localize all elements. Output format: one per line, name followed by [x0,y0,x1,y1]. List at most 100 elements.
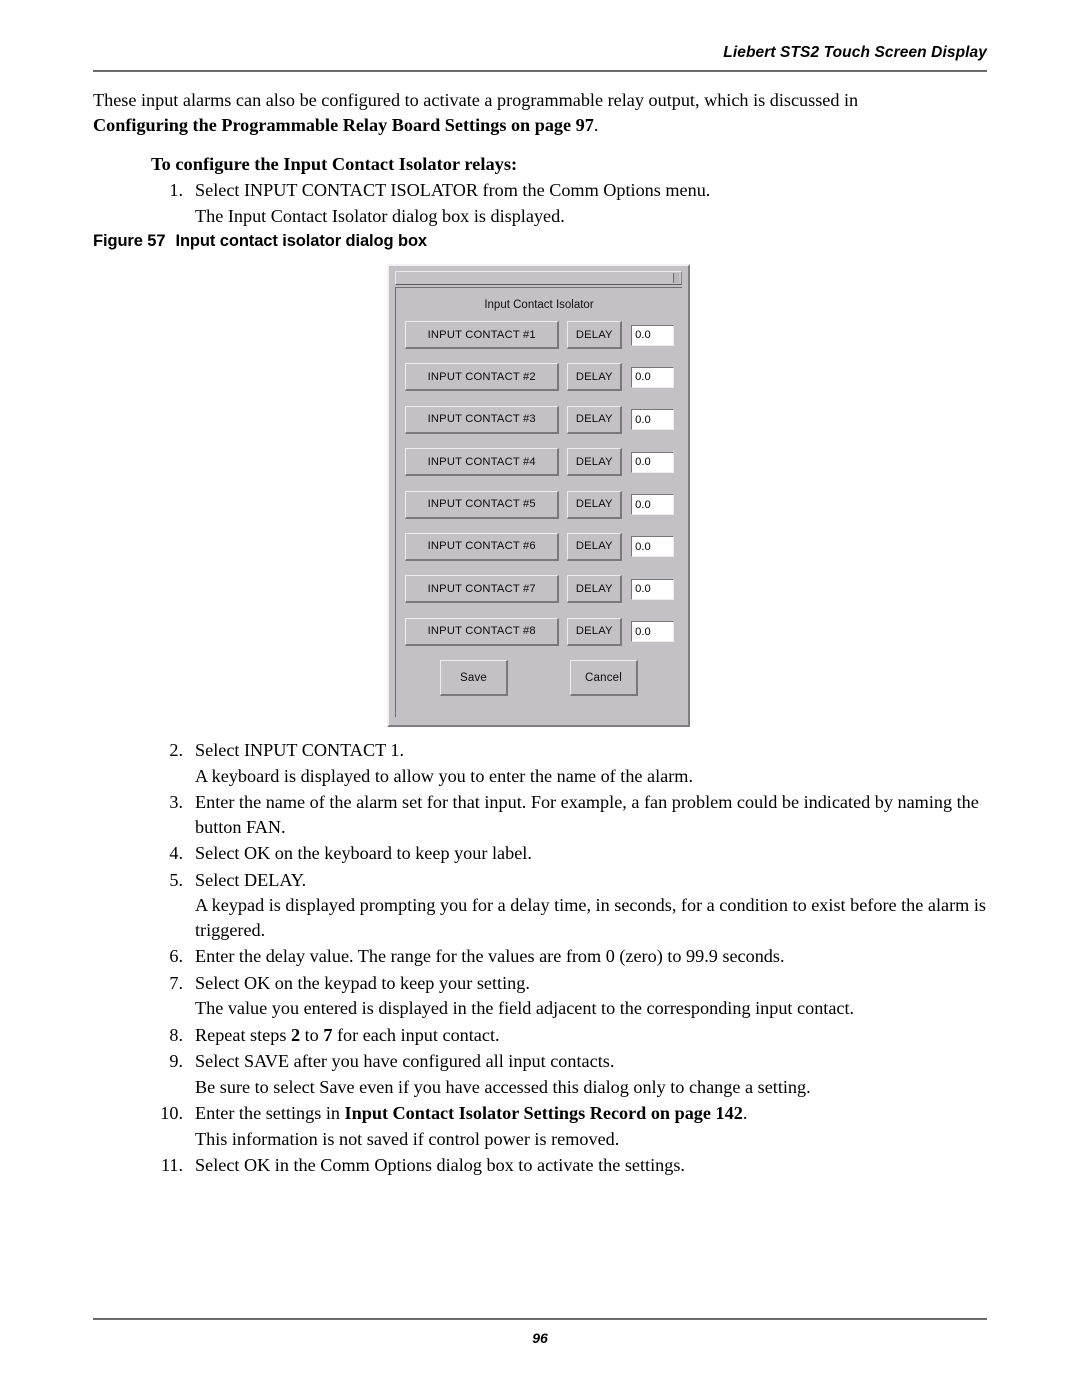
input-contact-button[interactable]: INPUT CONTACT #1 [405,321,560,349]
step-number: 3. [169,792,183,812]
procedure-step: 4. Select OK on the keyboard to keep your… [151,841,987,866]
step-text: Select INPUT CONTACT 1. [195,740,405,760]
intro-text-after: . [593,115,599,135]
steps-list-bottom: 2. Select INPUT CONTACT 1. A keyboard is d… [93,738,987,1178]
step-text: Enter the settings in Input Contact Isol… [195,1103,747,1123]
procedure-step: 7. Select OK on the keypad to keep your s… [151,971,987,1021]
delay-value-field[interactable]: 0.0 [631,324,674,346]
step-number: 6. [169,946,183,966]
step-number: 11. [160,1155,183,1175]
procedure-step: 9. Select SAVE after you have configured … [151,1049,987,1099]
input-contact-isolator-dialog: Input Contact Isolator INPUT CONTACT #1 D… [387,264,690,727]
contact-row: INPUT CONTACT #4 DELAY 0.0 [405,448,674,477]
delay-button[interactable]: DELAY [567,532,623,561]
delay-value-field[interactable]: 0.0 [631,366,674,388]
intro-bold-reference: Configuring the Programmable Relay Board… [93,115,594,135]
step-text: Enter the delay value. The range for the… [195,946,785,966]
input-contact-button[interactable]: INPUT CONTACT #6 [405,532,560,561]
header-divider [93,70,987,72]
contact-rows: INPUT CONTACT #1 DELAY 0.0 INPUT CONTACT #2… [396,321,682,646]
delay-value-field[interactable]: 0.0 [631,409,674,431]
procedure-step: 5. Select DELAY. A keypad is displayed pro… [151,868,987,943]
step-subtext: A keyboard is displayed to allow you to … [195,765,693,786]
steps-section-bottom: 2. Select INPUT CONTACT 1. A keyboard is d… [93,736,987,1178]
step-text-plain: . [742,1103,748,1123]
step-number: 8. [169,1024,183,1045]
delay-value-field[interactable]: 0.0 [631,451,674,473]
step-number: 10. [160,1103,183,1123]
step-text: Select OK on the keypad to keep your set… [195,972,530,993]
dialog-outer-frame: Input Contact Isolator INPUT CONTACT #1 D… [387,264,690,727]
input-contact-button[interactable]: INPUT CONTACT #8 [405,617,560,646]
contact-row: INPUT CONTACT #6 DELAY 0.0 [405,532,674,561]
step-subtext: A keypad is displayed prompting you for … [195,895,986,940]
procedure-step: 1. Select INPUT CONTACT ISOLATOR from the… [151,178,987,228]
contact-row: INPUT CONTACT #7 DELAY 0.0 [405,575,674,604]
step-text: Repeat steps 2 to 7 for each input conta… [195,1025,500,1045]
delay-button[interactable]: DELAY [567,448,623,477]
step-number: 9. [169,1051,183,1071]
input-contact-button[interactable]: INPUT CONTACT #7 [405,575,560,604]
step-text-plain: to [300,1024,324,1045]
figure-number: Figure 57 [93,232,166,250]
step-number: 2. [169,740,183,760]
step-number: 1. [169,180,183,200]
page-number: 96 [532,1330,548,1346]
delay-value-field[interactable]: 0.0 [631,494,674,516]
step-text-bold: 2 [290,1024,301,1045]
save-button[interactable]: Save [440,660,508,697]
step-text: Select DELAY. [195,869,307,890]
input-contact-button[interactable]: INPUT CONTACT #5 [405,490,560,519]
step-text-plain: for each input contact. [332,1024,500,1045]
step-text: Select INPUT CONTACT ISOLATOR from the C… [195,180,711,200]
procedure-step: 8. Repeat steps 2 to 7 for each input con… [151,1023,987,1048]
contact-row: INPUT CONTACT #8 DELAY 0.0 [405,617,674,646]
procedure-step: 6. Enter the delay value. The range for t… [151,944,987,969]
step-text: Select SAVE after you have configured al… [195,1051,615,1071]
section-subheading: To configure the Input Contact Isolator … [151,154,518,174]
step-text: Select OK in the Comm Options dialog box… [195,1155,685,1175]
procedure-step: 2. Select INPUT CONTACT 1. A keyboard is d… [151,738,987,788]
delay-button[interactable]: DELAY [567,617,623,646]
input-contact-button[interactable]: INPUT CONTACT #4 [405,448,560,477]
titlebar-grip-icon [673,273,679,283]
figure-caption: Figure 57 Input contact isolator dialog b… [93,232,427,251]
contact-row: INPUT CONTACT #2 DELAY 0.0 [405,363,674,392]
procedure-step: 11. Select OK in the Comm Options dialog … [151,1153,987,1178]
contact-row: INPUT CONTACT #1 DELAY 0.0 [405,321,674,349]
step-text: Enter the name of the alarm set for that… [195,792,979,837]
contact-row: INPUT CONTACT #5 DELAY 0.0 [405,490,674,519]
contact-row: INPUT CONTACT #3 DELAY 0.0 [405,405,674,434]
step-text-plain: Repeat steps [195,1024,291,1045]
delay-button[interactable]: DELAY [567,321,623,349]
delay-value-field[interactable]: 0.0 [631,621,674,643]
intro-paragraph: These input alarms can also be configure… [93,88,929,138]
step-subtext: The Input Contact Isolator dialog box is… [195,205,565,226]
delay-button[interactable]: DELAY [567,405,623,434]
step-text: Select OK on the keyboard to keep your l… [195,843,532,863]
delay-button[interactable]: DELAY [567,490,623,519]
step-text-bold: Input Contact Isolator Settings Record o… [344,1103,743,1123]
step-subtext: The value you entered is displayed in th… [195,998,855,1018]
step-number: 7. [169,972,183,993]
step-subtext: This information is not saved if control… [195,1128,620,1149]
delay-value-field[interactable]: 0.0 [631,536,674,558]
delay-value-field[interactable]: 0.0 [631,578,674,600]
step-subtext: Be sure to select Save even if you have … [195,1076,811,1097]
page-content: These input alarms can also be configure… [93,88,987,228]
delay-button[interactable]: DELAY [567,363,623,392]
step-number: 4. [169,843,183,863]
running-header: Liebert STS2 Touch Screen Display [723,44,987,61]
footer-divider [93,1318,987,1320]
input-contact-button[interactable]: INPUT CONTACT #2 [405,363,560,392]
dialog-titlebar[interactable] [395,271,682,285]
procedure-step: 10. Enter the settings in Input Contact I… [151,1101,987,1151]
dialog-action-bar: Save Cancel [396,660,682,697]
input-contact-button[interactable]: INPUT CONTACT #3 [405,405,560,434]
step-number: 5. [169,869,183,890]
delay-button[interactable]: DELAY [567,575,623,604]
dialog-client-area: Input Contact Isolator INPUT CONTACT #1 D… [395,287,682,717]
procedure-step: 3. Enter the name of the alarm set for th… [151,790,987,839]
figure-title: Input contact isolator dialog box [175,232,428,250]
cancel-button[interactable]: Cancel [570,660,638,697]
